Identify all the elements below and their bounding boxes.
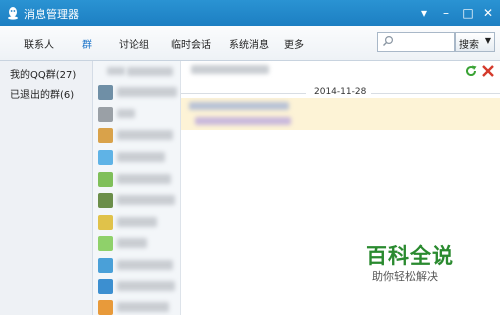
list-item[interactable]: [93, 297, 180, 315]
list-item[interactable]: [93, 61, 180, 83]
search-button[interactable]: 搜索 ▼: [455, 32, 495, 52]
chevron-down-icon: ▼: [484, 36, 491, 45]
conversation-header: [191, 65, 269, 74]
avatar: [98, 279, 113, 294]
watermark-title: 百科全说: [366, 244, 454, 268]
avatar: [98, 236, 113, 251]
category-tab-bar: 联系人 群 讨论组 临时会话 系统消息 更多 搜索 ▼: [0, 26, 500, 61]
message-date: 2014-11-28: [314, 87, 367, 97]
search-input[interactable]: [377, 32, 455, 52]
delete-icon[interactable]: [481, 64, 495, 78]
avatar: [98, 85, 113, 100]
search-button-label: 搜索: [459, 40, 479, 51]
avatar: [98, 128, 113, 143]
list-item[interactable]: [93, 255, 180, 277]
list-item[interactable]: [93, 212, 180, 234]
avatar: [98, 258, 113, 273]
list-item[interactable]: [93, 82, 180, 104]
message-history-panel: 2014-11-28: [181, 61, 500, 315]
tab-discussion-groups[interactable]: 讨论组: [119, 36, 149, 51]
list-item[interactable]: [93, 125, 180, 147]
message-manager-window: 消息管理器 ▾ – □ ✕ 联系人 群 讨论组 临时会话 系统消息 更多 搜索 …: [0, 0, 500, 315]
folder-exited-groups[interactable]: 已退出的群(6): [10, 86, 74, 101]
menu-dropdown-icon[interactable]: ▾: [414, 4, 434, 22]
list-item[interactable]: [93, 104, 180, 126]
avatar: [98, 150, 113, 165]
window-title: 消息管理器: [24, 8, 79, 21]
list-item[interactable]: [93, 276, 180, 298]
tab-groups[interactable]: 群: [82, 36, 92, 51]
avatar: [98, 107, 113, 122]
date-divider-right: [371, 93, 500, 94]
selected-message-row[interactable]: [181, 98, 500, 130]
group-list: [93, 61, 181, 315]
maximize-button[interactable]: □: [458, 4, 478, 22]
avatar: [98, 193, 113, 208]
tab-system-messages[interactable]: 系统消息: [229, 36, 269, 51]
avatar: [98, 215, 113, 230]
list-item[interactable]: [93, 147, 180, 169]
restore-icon[interactable]: [464, 64, 478, 78]
search-icon: [383, 35, 394, 46]
avatar: [98, 172, 113, 187]
minimize-button[interactable]: –: [436, 4, 456, 22]
watermark-subtitle: 助你轻松解决: [372, 270, 438, 283]
avatar: [98, 300, 113, 315]
group-folders-panel: 我的QQ群(27) 已退出的群(6): [0, 61, 93, 315]
date-divider-left: [181, 93, 306, 94]
qq-penguin-icon: [8, 7, 18, 20]
close-button[interactable]: ✕: [478, 4, 498, 22]
tab-contacts[interactable]: 联系人: [24, 36, 54, 51]
tab-more[interactable]: 更多: [284, 36, 304, 51]
tab-temporary-sessions[interactable]: 临时会话: [171, 36, 211, 51]
list-item[interactable]: [93, 233, 180, 255]
list-item[interactable]: [93, 190, 180, 212]
title-bar: 消息管理器 ▾ – □ ✕: [0, 0, 500, 26]
folder-my-qq-groups[interactable]: 我的QQ群(27): [10, 66, 76, 81]
list-item[interactable]: [93, 169, 180, 191]
